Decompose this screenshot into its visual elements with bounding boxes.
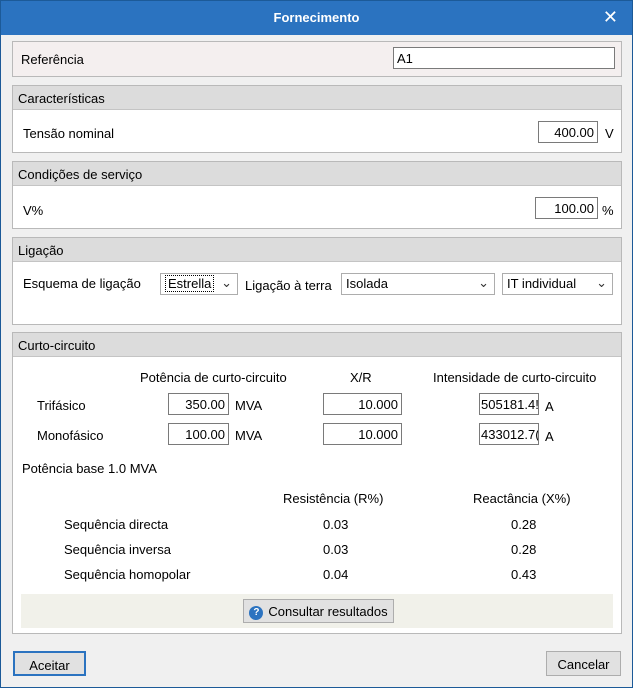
it-type-value: IT individual bbox=[507, 276, 577, 291]
referencia-input[interactable]: A1 bbox=[393, 47, 615, 69]
monofasico-label: Monofásico bbox=[37, 428, 104, 443]
chevron-down-icon: ⌄ bbox=[221, 275, 232, 290]
consultar-resultados-label: Consultar resultados bbox=[268, 604, 388, 619]
esquema-ligacao-label: Esquema de ligação bbox=[23, 276, 141, 291]
v-percent-input[interactable]: 100.00 bbox=[535, 197, 598, 219]
seq-homopolar-x: 0.43 bbox=[511, 567, 537, 582]
help-icon: ? bbox=[249, 605, 264, 620]
title-bar: Fornecimento ✕ bbox=[1, 1, 632, 35]
monofasico-intensidade-input[interactable]: 433012.7( bbox=[479, 423, 539, 445]
trifasico-xr-input[interactable]: 10.000 bbox=[323, 393, 402, 415]
monofasico-potencia-input[interactable]: 100.00 bbox=[168, 423, 229, 445]
it-type-select[interactable]: IT individual ⌄ bbox=[502, 273, 613, 295]
referencia-panel: Referência A1 bbox=[12, 41, 622, 77]
consultar-resultados-button[interactable]: ? Consultar resultados bbox=[243, 599, 394, 623]
monofasico-xr-input[interactable]: 10.000 bbox=[323, 423, 402, 445]
seq-inversa-x: 0.28 bbox=[511, 542, 537, 557]
window-title: Fornecimento bbox=[273, 10, 360, 25]
curto-circuito-header: Curto-circuito bbox=[13, 333, 621, 357]
aceitar-button[interactable]: Aceitar bbox=[13, 651, 86, 676]
col-potencia-header: Potência de curto-circuito bbox=[140, 370, 287, 385]
dialog-window: Fornecimento ✕ Referência A1 Característ… bbox=[0, 0, 633, 688]
seq-directa-label: Sequência directa bbox=[64, 517, 169, 532]
potencia-base-text: Potência base 1.0 MVA bbox=[22, 461, 157, 476]
condicoes-panel: Condições de serviço V% 100.00 % bbox=[12, 161, 622, 229]
cancelar-label: Cancelar bbox=[557, 657, 610, 672]
condicoes-header: Condições de serviço bbox=[13, 162, 621, 186]
ligacao-terra-label: Ligação à terra bbox=[245, 278, 332, 293]
seq-inversa-r: 0.03 bbox=[323, 542, 349, 557]
monofasico-intensidade-unit: A bbox=[545, 429, 554, 444]
esquema-ligacao-value: Estrella bbox=[165, 275, 215, 292]
ligacao-terra-value: Isolada bbox=[346, 276, 388, 291]
trifasico-potencia-input[interactable]: 350.00 bbox=[168, 393, 229, 415]
curto-circuito-panel: Curto-circuito Potência de curto-circuit… bbox=[12, 332, 622, 634]
caracteristicas-panel: Características Tensão nominal 400.00 V bbox=[12, 85, 622, 153]
cancelar-button[interactable]: Cancelar bbox=[546, 651, 621, 676]
v-percent-unit: % bbox=[602, 203, 614, 218]
seq-inversa-label: Sequência inversa bbox=[64, 542, 171, 557]
ligacao-header: Ligação bbox=[13, 238, 621, 262]
seq-homopolar-label: Sequência homopolar bbox=[64, 567, 191, 582]
tensao-nominal-input[interactable]: 400.00 bbox=[538, 121, 598, 143]
seq-directa-x: 0.28 bbox=[511, 517, 537, 532]
tensao-nominal-label: Tensão nominal bbox=[23, 126, 115, 141]
chevron-down-icon: ⌄ bbox=[478, 275, 489, 290]
v-percent-label: V% bbox=[23, 203, 44, 218]
trifasico-potencia-unit: MVA bbox=[235, 398, 263, 413]
seq-homopolar-r: 0.04 bbox=[323, 567, 349, 582]
col-intensidade-header: Intensidade de curto-circuito bbox=[433, 370, 597, 385]
seq-directa-r: 0.03 bbox=[323, 517, 349, 532]
aceitar-label: Aceitar bbox=[29, 658, 70, 673]
referencia-label: Referência bbox=[21, 52, 84, 67]
trifasico-intensidade-unit: A bbox=[545, 399, 554, 414]
ligacao-panel: Ligação Esquema de ligação Estrella ⌄ Li… bbox=[12, 237, 622, 325]
close-icon[interactable]: ✕ bbox=[603, 7, 618, 27]
trifasico-label: Trifásico bbox=[37, 398, 86, 413]
monofasico-potencia-unit: MVA bbox=[235, 428, 263, 443]
ligacao-terra-select[interactable]: Isolada ⌄ bbox=[341, 273, 495, 295]
trifasico-intensidade-input[interactable]: 505181.4! bbox=[479, 393, 539, 415]
col-resistencia-header: Resistência (R%) bbox=[283, 491, 384, 506]
caracteristicas-header: Características bbox=[13, 86, 621, 110]
chevron-down-icon: ⌄ bbox=[596, 275, 607, 290]
esquema-ligacao-select[interactable]: Estrella ⌄ bbox=[160, 273, 238, 295]
col-xr-header: X/R bbox=[350, 370, 372, 385]
col-reactancia-header: Reactância (X%) bbox=[473, 491, 571, 506]
tensao-unit: V bbox=[605, 126, 614, 141]
